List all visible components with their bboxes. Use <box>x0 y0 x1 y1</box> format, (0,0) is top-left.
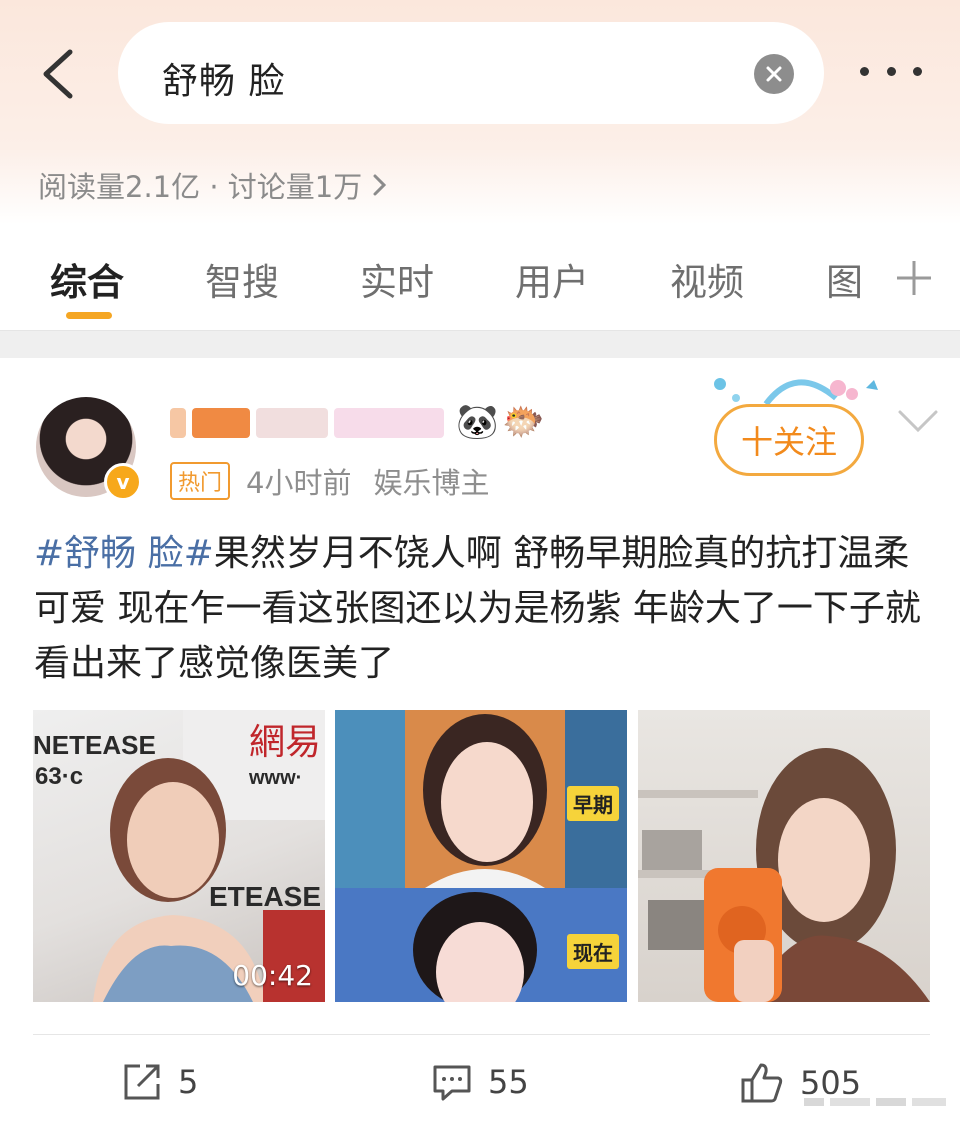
clear-search-button[interactable] <box>754 54 794 94</box>
comment-count: 55 <box>488 1063 529 1101</box>
username-blurred[interactable] <box>170 402 455 444</box>
blurred-name-segment <box>192 408 250 438</box>
close-icon <box>766 66 782 82</box>
now-tag: 现在 <box>567 934 619 969</box>
tab-comprehensive[interactable]: 综合 <box>50 252 124 306</box>
topic-hashtag-link[interactable]: #舒畅 脸# <box>34 533 214 574</box>
early-tag: 早期 <box>567 786 619 821</box>
selfie-photo <box>638 748 930 1002</box>
tab-videos[interactable]: 视频 <box>670 252 744 306</box>
more-options-button[interactable] <box>860 56 922 86</box>
search-input[interactable]: 舒畅 脸 <box>118 22 824 124</box>
follow-button[interactable]: 十关注 <box>714 404 864 476</box>
panda-emoji-icon: 🐼 <box>456 402 499 442</box>
fish-emoji-icon: 🐡 <box>502 402 545 442</box>
comment-icon <box>433 1065 471 1101</box>
search-tabs: 综合 智搜 实时 用户 视频 图 <box>0 248 960 328</box>
post-body: #舒畅 脸#果然岁月不饶人啊 舒畅早期脸真的抗打温柔可爱 现在乍一看这张图还以为… <box>34 526 924 691</box>
repost-button[interactable]: 5 <box>122 1062 198 1102</box>
post-time: 4小时前 <box>246 466 352 500</box>
topic-stats-link[interactable]: 阅读量2.1亿 · 讨论量1万 <box>38 164 388 206</box>
post-meta: 热门 4小时前 娱乐博主 <box>170 460 489 502</box>
netease-cn-logo-text: 網易 <box>249 722 321 763</box>
blurred-name-segment <box>170 408 186 438</box>
video-thumbnail[interactable]: NETEASE 63·c 網易 www· ETEASE 00:42 <box>33 710 325 1002</box>
action-bar-divider <box>33 1034 930 1035</box>
active-tab-indicator <box>66 312 112 319</box>
share-icon <box>124 1064 160 1100</box>
tab-images[interactable]: 图 <box>826 252 863 306</box>
section-divider <box>0 330 960 358</box>
chevron-right-icon <box>373 174 387 196</box>
blurred-name-segment <box>334 408 444 438</box>
comment-button[interactable]: 55 <box>432 1062 529 1102</box>
verified-badge-icon: v <box>104 463 142 501</box>
more-dot-icon <box>886 66 896 76</box>
blurred-name-segment <box>256 408 328 438</box>
more-dot-icon <box>913 66 922 76</box>
corner-watermark <box>800 1094 950 1110</box>
netease-url-text: www· <box>248 767 302 789</box>
hot-badge: 热门 <box>170 462 231 500</box>
author-role: 娱乐博主 <box>373 466 490 500</box>
netease-number-text: 63·c <box>35 763 83 790</box>
video-duration: 00:42 <box>232 959 313 992</box>
netease-mic-text: ETEASE <box>209 881 321 912</box>
comparison-image[interactable]: 早期 现在 <box>335 710 627 1002</box>
netease-watermark-text: NETEASE <box>33 730 156 760</box>
search-query: 舒畅 脸 <box>162 61 286 102</box>
back-button[interactable] <box>34 44 84 104</box>
tab-realtime[interactable]: 实时 <box>360 252 434 306</box>
topic-stats-text: 阅读量2.1亿 · 讨论量1万 <box>38 170 363 204</box>
add-tab-icon[interactable] <box>894 258 934 298</box>
tab-users[interactable]: 用户 <box>515 252 589 306</box>
repost-count: 5 <box>178 1063 199 1101</box>
back-arrow-icon <box>43 49 73 99</box>
selfie-image[interactable] <box>638 710 930 1002</box>
chevron-down-icon[interactable] <box>896 404 940 438</box>
more-dot-icon <box>860 66 869 76</box>
thumbs-up-icon <box>741 1063 783 1103</box>
tab-smart-search[interactable]: 智搜 <box>205 252 279 306</box>
